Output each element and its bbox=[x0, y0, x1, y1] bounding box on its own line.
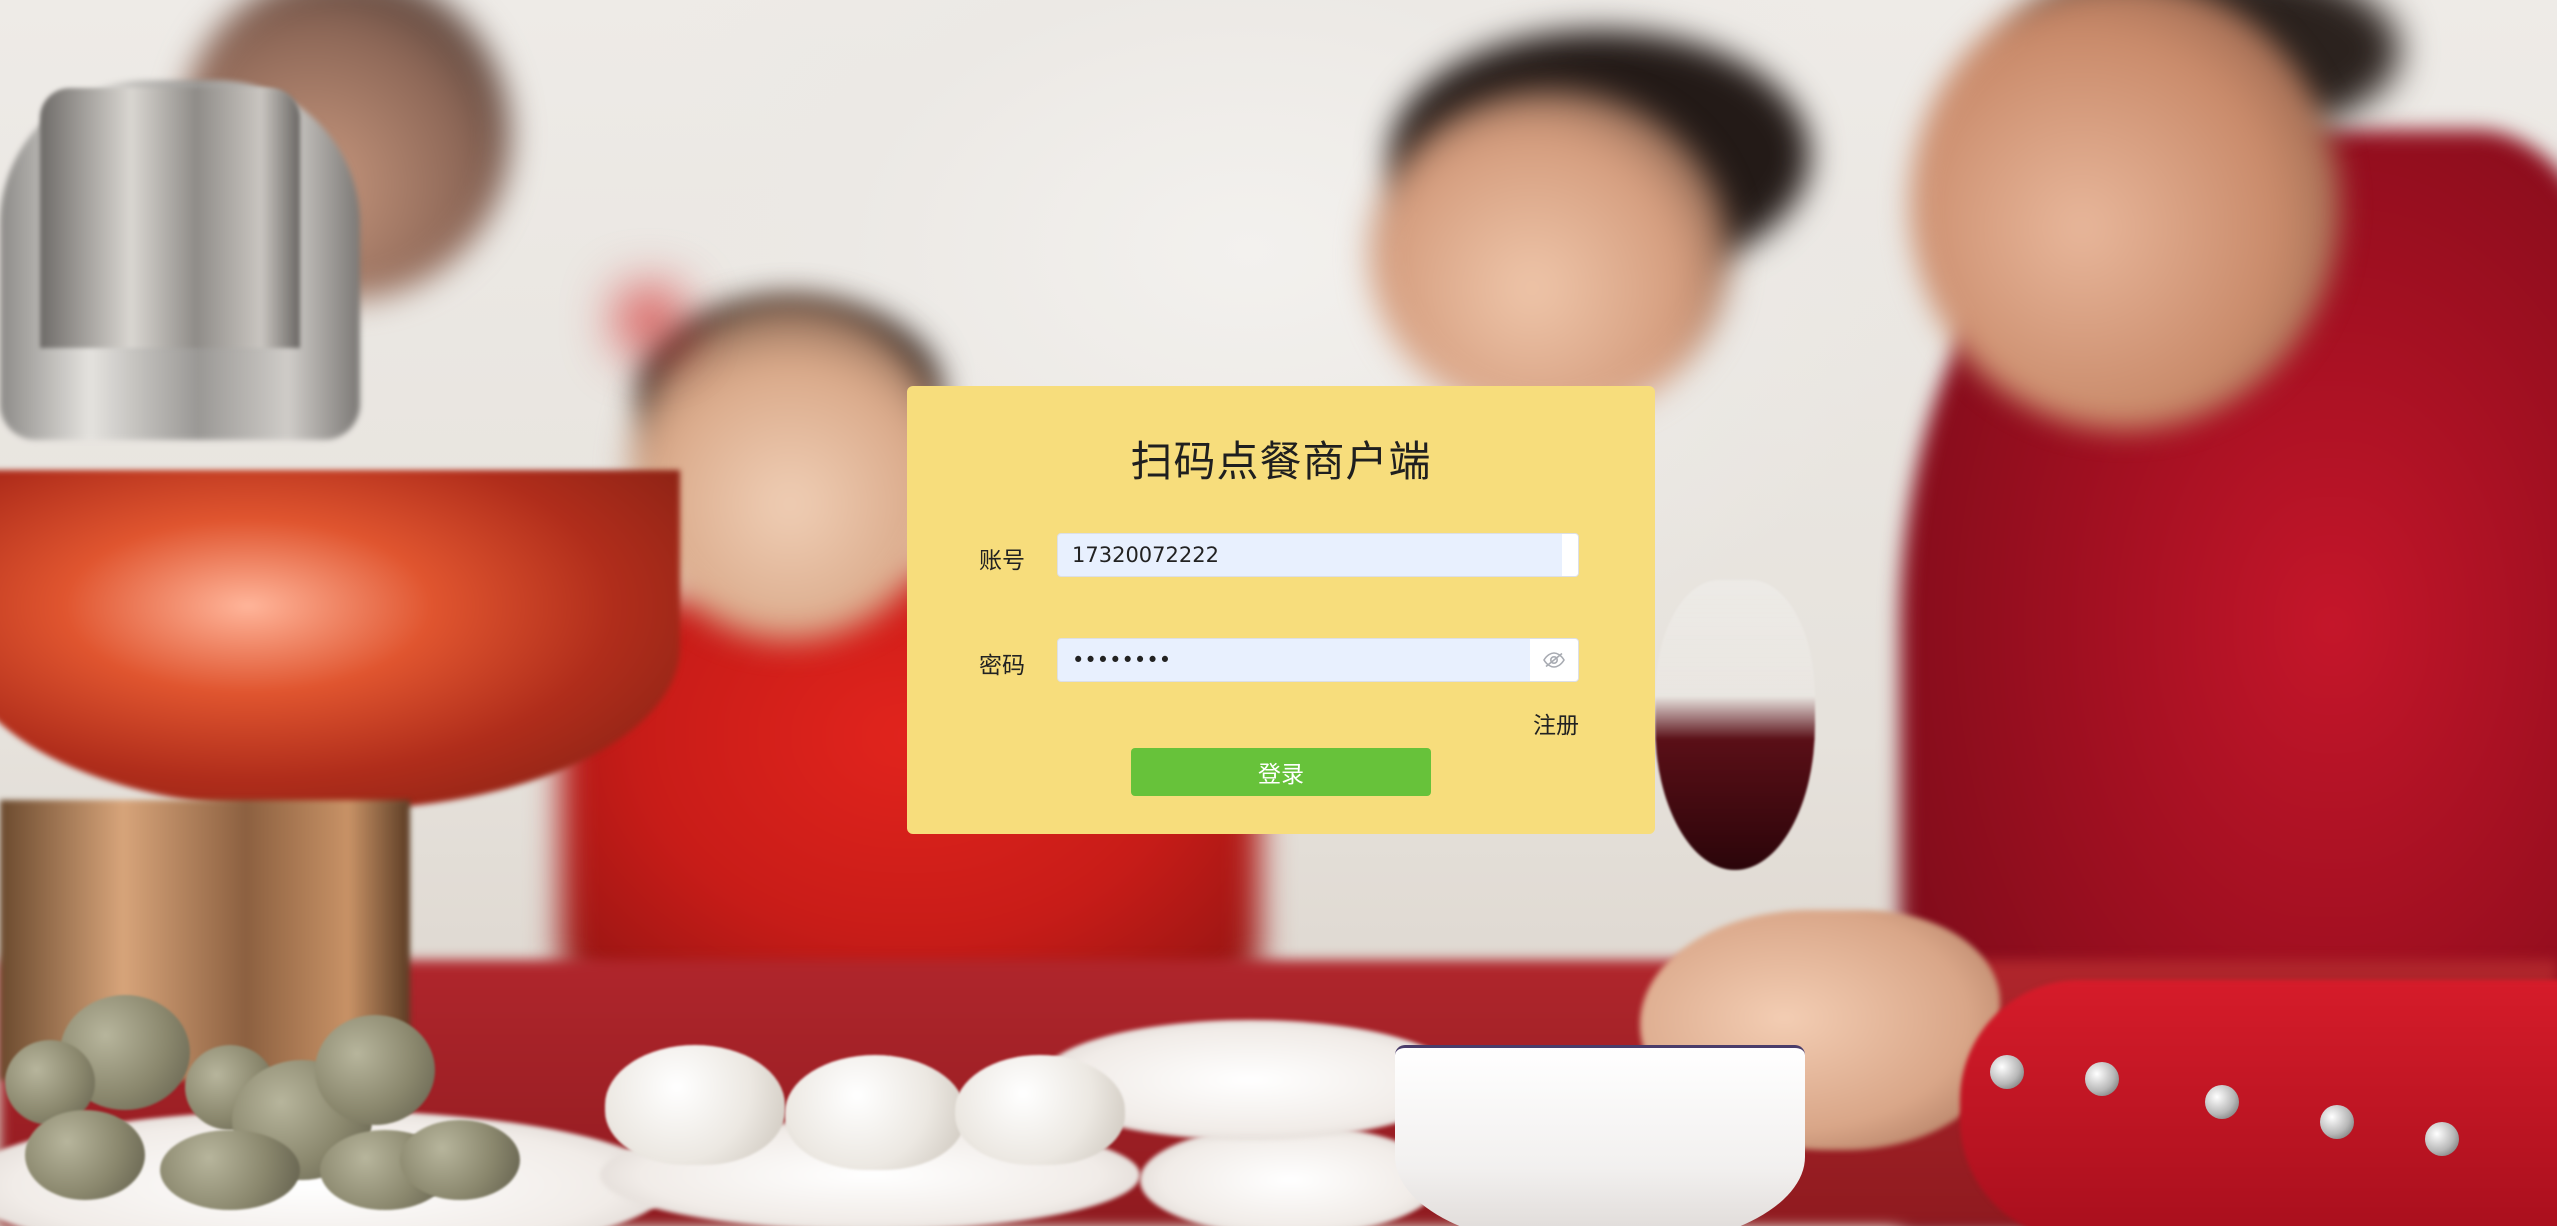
password-input[interactable] bbox=[1058, 639, 1530, 681]
account-input[interactable] bbox=[1058, 534, 1562, 576]
password-field[interactable] bbox=[1057, 638, 1579, 682]
password-label: 密码 bbox=[979, 653, 1025, 679]
register-link[interactable]: 注册 bbox=[1533, 706, 1579, 740]
login-card: 扫码点餐商户端 账号 密码 注册 登录 bbox=[907, 386, 1655, 834]
login-button[interactable]: 登录 bbox=[1131, 748, 1431, 796]
account-label: 账号 bbox=[979, 548, 1025, 574]
eye-off-icon bbox=[1543, 652, 1565, 668]
login-title: 扫码点餐商户端 bbox=[1130, 437, 1432, 486]
account-field[interactable] bbox=[1057, 533, 1579, 577]
password-visibility-toggle[interactable] bbox=[1530, 639, 1578, 681]
